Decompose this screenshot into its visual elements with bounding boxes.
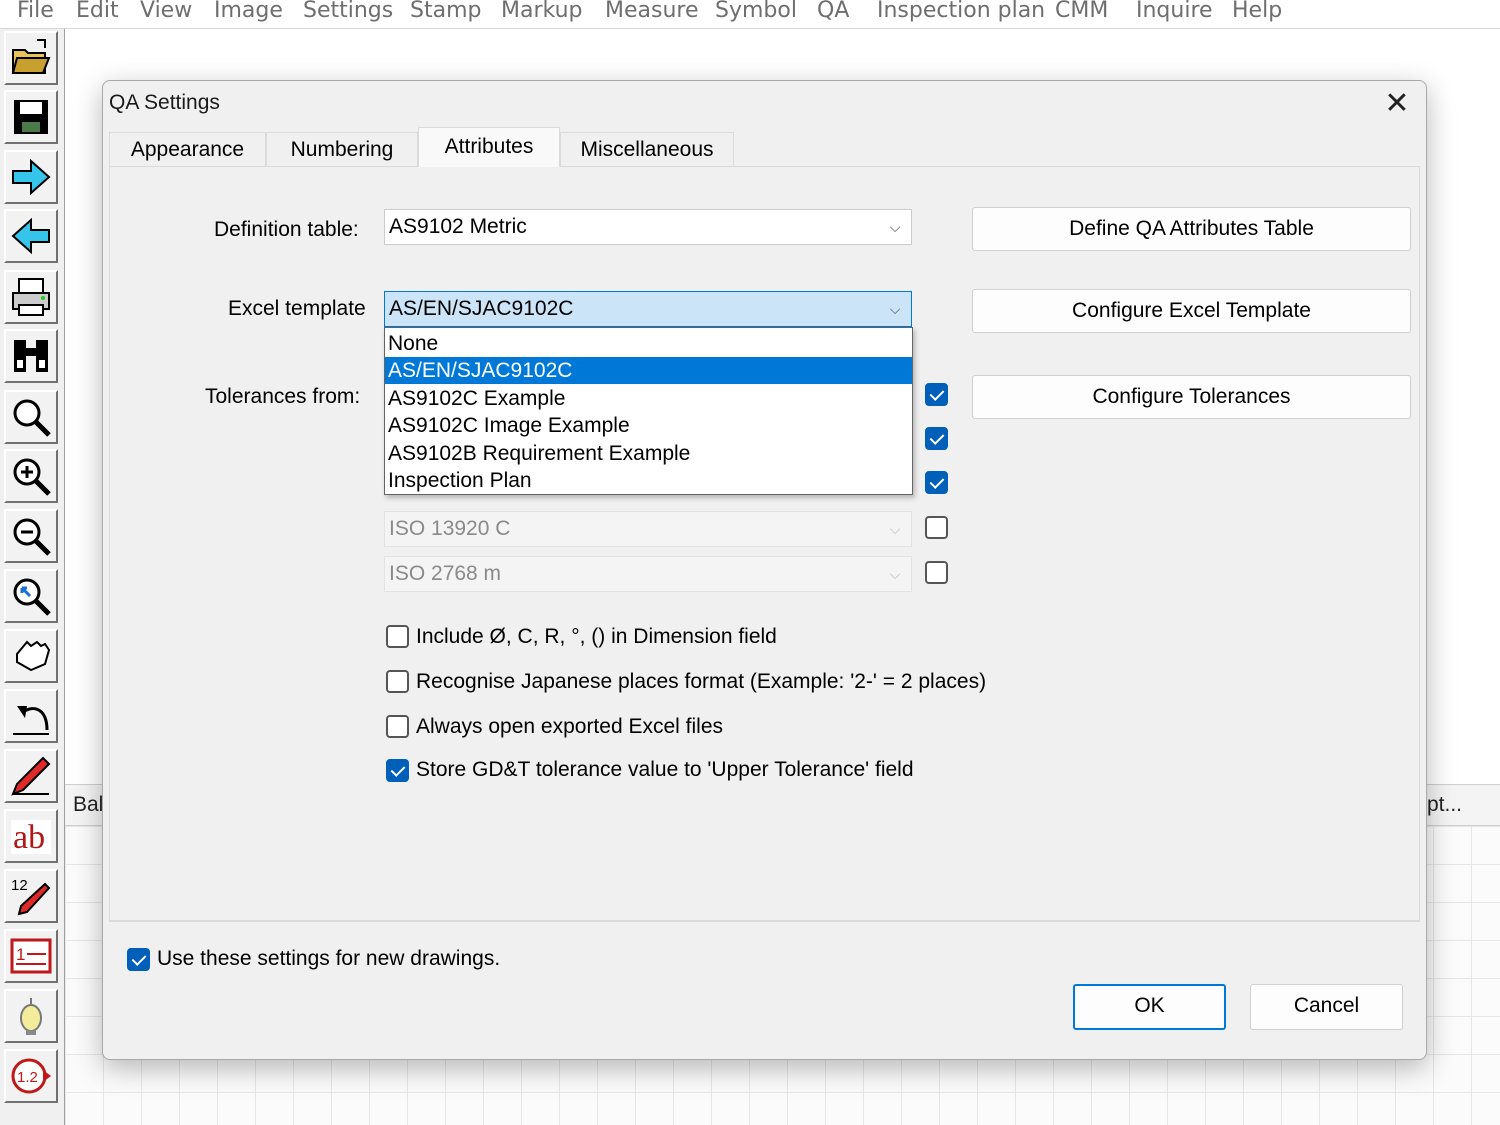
excel-template-select[interactable]: AS/EN/SJAC9102C ⌵ (384, 291, 912, 327)
chevron-down-icon: ⌵ (889, 301, 901, 317)
dropdown-option-as9102c-example[interactable]: AS9102C Example (385, 385, 912, 412)
menu-qa[interactable]: QA (817, 0, 849, 23)
zoom-out-icon[interactable] (4, 509, 58, 563)
tab-attributes[interactable]: Attributes (418, 127, 560, 167)
menu-image[interactable]: Image (214, 0, 283, 23)
panel-label-left: Bal (73, 793, 104, 816)
dropdown-option-as9102c-image-example[interactable]: AS9102C Image Example (385, 412, 912, 439)
use-settings-label: Use these settings for new drawings. (157, 947, 501, 970)
tolerance-4-value: ISO 13920 C (389, 517, 511, 540)
tab-miscellaneous[interactable]: Miscellaneous (560, 132, 734, 166)
menu-file[interactable]: File (17, 0, 54, 23)
tolerance-1-checkbox[interactable] (925, 383, 948, 406)
svg-text:ab: ab (13, 819, 45, 856)
menu-markup[interactable]: Markup (501, 0, 582, 23)
menu-symbol[interactable]: Symbol (715, 0, 797, 23)
pan-hand-icon[interactable] (4, 629, 58, 683)
use-settings-checkbox[interactable] (127, 948, 150, 971)
menu-bar: File Edit View Image Settings Stamp Mark… (0, 0, 1500, 29)
configure-excel-template-button[interactable]: Configure Excel Template (972, 289, 1411, 333)
dropdown-option-as-en-sjac9102c[interactable]: AS/EN/SJAC9102C (385, 357, 912, 384)
tolerance-5-checkbox[interactable] (925, 561, 948, 584)
menu-view[interactable]: View (140, 0, 192, 23)
excel-template-dropdown: None AS/EN/SJAC9102C AS9102C Example AS9… (384, 327, 913, 495)
excel-template-value: AS/EN/SJAC9102C (389, 297, 574, 320)
left-toolbar: ab 12 1 1.2 (0, 29, 65, 1125)
dropdown-option-as9102b-requirement-example[interactable]: AS9102B Requirement Example (385, 440, 912, 467)
define-qa-attributes-button[interactable]: Define QA Attributes Table (972, 207, 1411, 251)
include-symbols-label: Include Ø, C, R, °, () in Dimension fiel… (416, 625, 777, 648)
bulb-icon[interactable] (4, 989, 58, 1043)
ok-button[interactable]: OK (1073, 984, 1226, 1030)
menu-measure[interactable]: Measure (605, 0, 699, 23)
excel-template-label: Excel template (228, 297, 366, 320)
balloon-marker-icon[interactable]: 1.2 (4, 1049, 58, 1103)
svg-text:12: 12 (11, 877, 28, 894)
save-icon[interactable] (4, 90, 58, 144)
tolerance-5-value: ISO 2768 m (389, 562, 502, 585)
text-ab-icon[interactable]: ab (4, 809, 58, 863)
menu-inspection-plan[interactable]: Inspection plan (877, 0, 1045, 23)
binoculars-icon[interactable] (4, 329, 58, 383)
open-excel-checkbox[interactable] (386, 715, 409, 738)
footer-divider (109, 921, 1420, 922)
back-arrow-icon[interactable] (4, 209, 58, 263)
menu-cmm[interactable]: CMM (1055, 0, 1108, 23)
tolerance-5-select[interactable]: ISO 2768 m ⌵ (384, 556, 912, 592)
open-folder-icon[interactable] (4, 31, 58, 85)
dialog-title: QA Settings (109, 91, 220, 114)
configure-tolerances-button[interactable]: Configure Tolerances (972, 375, 1411, 419)
dropdown-option-none[interactable]: None (385, 330, 912, 357)
undo-icon[interactable] (4, 689, 58, 743)
auto-number-icon[interactable]: 12 (4, 869, 58, 923)
zoom-icon[interactable] (4, 390, 58, 444)
tab-numbering[interactable]: Numbering (266, 132, 418, 166)
menu-help[interactable]: Help (1232, 0, 1282, 23)
definition-table-label: Definition table: (214, 218, 359, 241)
open-excel-label: Always open exported Excel files (416, 715, 723, 738)
definition-table-value: AS9102 Metric (389, 215, 527, 238)
menu-settings[interactable]: Settings (303, 0, 393, 23)
japanese-places-checkbox[interactable] (386, 670, 409, 693)
japanese-places-label: Recognise Japanese places format (Exampl… (416, 670, 987, 693)
definition-table-select[interactable]: AS9102 Metric ⌵ (384, 209, 912, 245)
tolerance-4-select[interactable]: ISO 13920 C ⌵ (384, 511, 912, 547)
tolerance-2-checkbox[interactable] (925, 427, 948, 450)
include-symbols-checkbox[interactable] (386, 625, 409, 648)
tolerances-from-label: Tolerances from: (205, 385, 361, 408)
cancel-button[interactable]: Cancel (1250, 984, 1403, 1030)
svg-text:1.2: 1.2 (17, 1069, 38, 1086)
panel-label-right: pt... (1427, 793, 1463, 816)
pencil-icon[interactable] (4, 749, 58, 803)
tab-appearance[interactable]: Appearance (109, 132, 266, 166)
tolerance-3-checkbox[interactable] (925, 471, 948, 494)
close-icon[interactable]: ✕ (1371, 83, 1423, 127)
chevron-down-icon: ⌵ (889, 219, 901, 235)
qa-settings-dialog: QA Settings ✕ Appearance Numbering Attri… (102, 80, 1427, 1060)
chevron-down-icon: ⌵ (889, 521, 901, 537)
menu-edit[interactable]: Edit (76, 0, 119, 23)
zoom-fit-icon[interactable] (4, 569, 58, 623)
print-icon[interactable] (4, 270, 58, 324)
menu-stamp[interactable]: Stamp (410, 0, 481, 23)
zoom-in-icon[interactable] (4, 449, 58, 503)
chevron-down-icon: ⌵ (889, 566, 901, 582)
menu-inquire[interactable]: Inquire (1136, 0, 1213, 23)
store-gdt-label: Store GD&T tolerance value to 'Upper Tol… (416, 758, 914, 781)
store-gdt-checkbox[interactable] (386, 759, 409, 782)
dropdown-option-inspection-plan[interactable]: Inspection Plan (385, 467, 912, 494)
svg-text:1: 1 (16, 945, 25, 964)
forward-arrow-icon[interactable] (4, 150, 58, 204)
balloon-list-icon[interactable]: 1 (4, 929, 58, 983)
tolerance-4-checkbox[interactable] (925, 516, 948, 539)
